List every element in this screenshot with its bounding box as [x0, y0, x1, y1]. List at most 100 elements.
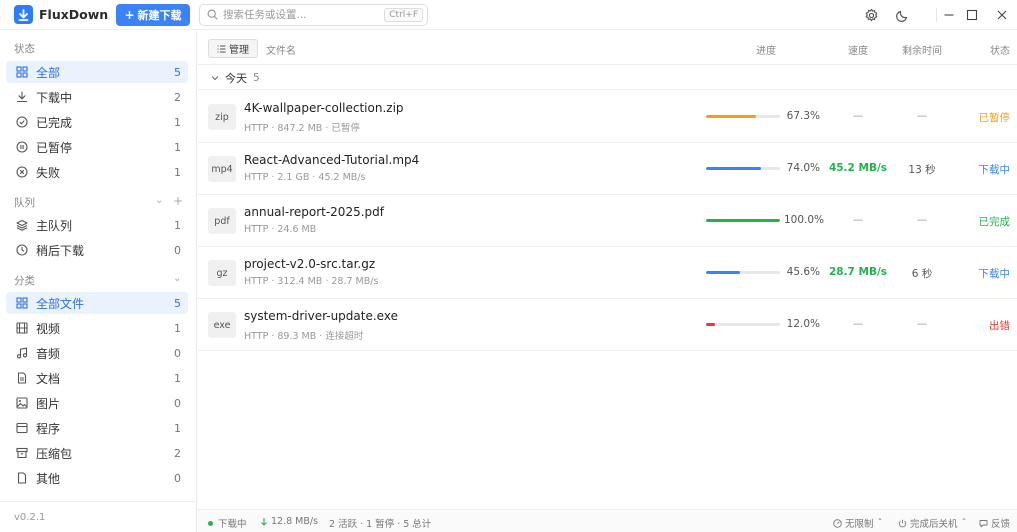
file-type-icon: zip — [208, 104, 236, 130]
total-speed-value: 12.8 MB/s — [271, 516, 319, 527]
download-speed: — — [852, 110, 864, 122]
column-speed[interactable]: 速度 — [848, 42, 868, 57]
column-status[interactable]: 状态 — [990, 42, 1010, 57]
image-icon — [15, 396, 29, 410]
file-name: project-v2.0-src.tar.gz — [244, 257, 376, 271]
sidebar-item-count: 0 — [174, 346, 181, 360]
table-row[interactable]: exe system-driver-update.exe HTTP · 89.3… — [198, 299, 1017, 351]
sidebar-item-paused[interactable]: 已暂停 1 — [6, 136, 188, 158]
sidebar-item-count: 0 — [174, 471, 181, 485]
chevron-down-icon[interactable]: ⌄ — [173, 273, 181, 284]
arrow-down-icon — [261, 518, 267, 526]
progress-bar — [706, 271, 780, 274]
table-row[interactable]: mp4 React-Advanced-Tutorial.mp4 HTTP · 2… — [198, 143, 1017, 195]
progress-fill — [706, 219, 780, 222]
file-name: React-Advanced-Tutorial.mp4 — [244, 153, 420, 167]
progress-percent: 12.0% — [786, 318, 820, 330]
table-row[interactable]: zip 4K-wallpaper-collection.zip HTTP · 8… — [198, 91, 1017, 143]
progress-percent: 100.0% — [784, 214, 825, 226]
sidebar-item-count: 5 — [174, 65, 181, 79]
column-progress[interactable]: 进度 — [756, 42, 776, 57]
status-badge: 下载中 — [978, 164, 1011, 176]
status-bar: 下载中 12.8 MB/s 2 活跃 · 1 暂停 · 5 总计 无限制 ˆ 完… — [198, 509, 1017, 532]
document-icon — [15, 371, 29, 385]
power-icon — [898, 519, 907, 527]
file-type-icon: gz — [208, 260, 236, 286]
list-icon — [217, 45, 226, 52]
app-name: FluxDown — [39, 7, 109, 22]
chevron-up-icon: ˆ — [961, 517, 967, 529]
sidebar-item-images[interactable]: 图片 0 — [6, 392, 188, 414]
gear-icon[interactable] — [862, 6, 880, 24]
sidebar-item-downloading[interactable]: 下载中 2 — [6, 86, 188, 108]
search-placeholder: 搜索任务或设置... — [223, 9, 307, 21]
sidebar-item-all[interactable]: 全部 5 — [6, 61, 188, 83]
grid-icon — [15, 65, 29, 79]
speed-limit-toggle[interactable]: 无限制 ˆ — [833, 516, 882, 530]
sidebar-item-label: 全部 — [36, 65, 61, 80]
category-section-title: 分类 — [14, 275, 35, 287]
film-icon — [15, 321, 29, 335]
status-badge: 已暂停 — [978, 112, 1011, 124]
new-download-label: 新建下载 — [137, 8, 182, 22]
sidebar-item-archives[interactable]: 压缩包 2 — [6, 442, 188, 464]
file-meta: HTTP · 89.3 MB · 连接超时 — [244, 331, 364, 342]
column-name[interactable]: 文件名 — [266, 42, 296, 57]
sidebar-item-video[interactable]: 视频 1 — [6, 317, 188, 339]
group-today[interactable]: 今天 5 — [198, 66, 1017, 90]
sidebar-item-label: 视频 — [36, 321, 61, 336]
table-row[interactable]: gz project-v2.0-src.tar.gz HTTP · 312.4 … — [198, 247, 1017, 299]
download-speed: 28.7 MB/s — [828, 266, 888, 278]
sidebar-item-documents[interactable]: 文档 1 — [6, 367, 188, 389]
sidebar: 状态 全部 5 下载中 2 已完成 1 已暂停 1 失败 1 队列 ⌄ + 主队… — [0, 31, 197, 532]
download-icon — [15, 90, 29, 104]
manage-label: 管理 — [229, 45, 249, 56]
new-download-button[interactable]: + 新建下载 — [116, 3, 190, 26]
status-badge: 下载中 — [978, 268, 1011, 280]
file-name: annual-report-2025.pdf — [244, 205, 384, 219]
minimize-icon[interactable] — [940, 6, 958, 24]
sidebar-item-audio[interactable]: 音频 0 — [6, 342, 188, 364]
sidebar-item-main-queue[interactable]: 主队列 1 — [6, 214, 188, 236]
file-meta: HTTP · 2.1 GB · 45.2 MB/s — [244, 172, 366, 183]
file-icon — [15, 471, 29, 485]
layers-icon — [15, 218, 29, 232]
manage-button[interactable]: 管理 — [208, 39, 258, 58]
sidebar-item-label: 其他 — [36, 471, 61, 486]
time-remaining: — — [916, 110, 928, 122]
chevron-down-icon[interactable]: ⌄ — [155, 195, 163, 206]
time-remaining: — — [916, 318, 928, 330]
x-circle-icon — [15, 165, 29, 179]
add-queue-icon[interactable]: + — [173, 194, 183, 208]
sidebar-item-count: 1 — [174, 371, 181, 385]
group-count: 5 — [253, 71, 260, 84]
table-header: 管理 文件名 进度 速度 剩余时间 状态 — [198, 31, 1017, 65]
download-speed: — — [852, 318, 864, 330]
check-circle-icon — [15, 115, 29, 129]
sidebar-item-later[interactable]: 稍后下载 0 — [6, 239, 188, 261]
sidebar-item-label: 失败 — [36, 165, 61, 180]
sidebar-item-label: 压缩包 — [36, 446, 73, 461]
column-eta[interactable]: 剩余时间 — [902, 42, 942, 57]
close-icon[interactable] — [993, 6, 1011, 24]
time-remaining: 6 秒 — [911, 268, 933, 280]
search-input[interactable]: 搜索任务或设置... Ctrl+F — [199, 3, 428, 26]
sidebar-item-label: 已暂停 — [36, 140, 73, 155]
moon-icon[interactable] — [894, 6, 912, 24]
sidebar-item-all-files[interactable]: 全部文件 5 — [6, 292, 188, 314]
maximize-icon[interactable] — [963, 6, 981, 24]
after-complete-toggle[interactable]: 完成后关机 ˆ — [898, 516, 966, 530]
table-row[interactable]: pdf annual-report-2025.pdf HTTP · 24.6 M… — [198, 195, 1017, 247]
sidebar-item-count: 1 — [174, 165, 181, 179]
sidebar-item-label: 音频 — [36, 346, 61, 361]
sidebar-item-other[interactable]: 其他 0 — [6, 467, 188, 489]
feedback-button[interactable]: 反馈 — [979, 516, 1010, 530]
sidebar-item-failed[interactable]: 失败 1 — [6, 161, 188, 183]
download-state-label: 下载中 — [218, 519, 247, 530]
sidebar-item-completed[interactable]: 已完成 1 — [6, 111, 188, 133]
download-speed: — — [852, 214, 864, 226]
sidebar-item-programs[interactable]: 程序 1 — [6, 417, 188, 439]
archive-icon — [15, 446, 29, 460]
total-speed: 12.8 MB/s — [260, 516, 318, 527]
sidebar-item-label: 全部文件 — [36, 296, 85, 311]
